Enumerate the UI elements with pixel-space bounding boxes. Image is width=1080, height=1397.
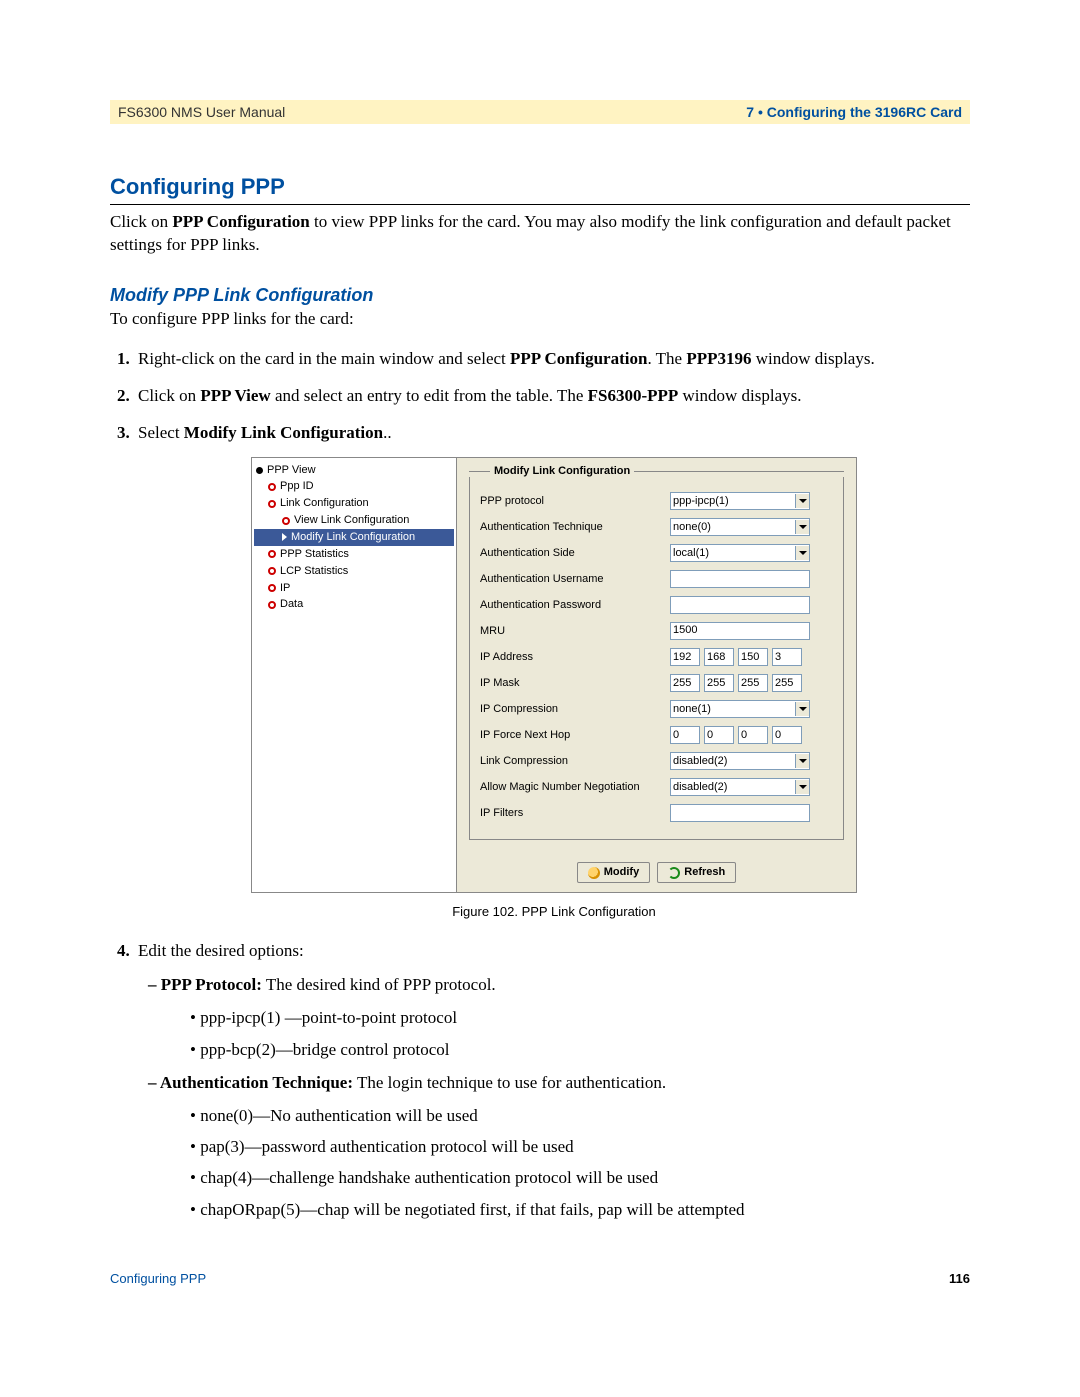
figure-caption: Figure 102. PPP Link Configuration [138, 903, 970, 921]
ip-m4[interactable]: 255 [772, 674, 802, 692]
ip-f4[interactable]: 0 [772, 726, 802, 744]
form-pane: Modify Link Configuration PPP protocol p… [457, 458, 856, 892]
lbl-ip-mask: IP Mask [480, 676, 670, 691]
chevron-down-icon [795, 702, 809, 716]
tree-root[interactable]: PPP View [254, 462, 454, 479]
node-icon [268, 601, 276, 609]
tree-ppp-stats[interactable]: PPP Statistics [254, 546, 454, 563]
ip-m2[interactable]: 255 [704, 674, 734, 692]
ip-force-group: 0 0 0 0 [670, 726, 802, 744]
page-footer: Configuring PPP 116 [110, 1271, 970, 1286]
lbl-auth-user: Authentication Username [480, 572, 670, 587]
chevron-down-icon [795, 754, 809, 768]
tree-data[interactable]: Data [254, 596, 454, 613]
ip-m1[interactable]: 255 [670, 674, 700, 692]
lbl-ppp-protocol: PPP protocol [480, 494, 670, 509]
ip-address-group: 192 168 150 3 [670, 648, 802, 666]
page-header: FS6300 NMS User Manual 7 • Configuring t… [110, 100, 970, 124]
step-2: Click on PPP View and select an entry to… [134, 385, 970, 408]
node-icon [268, 567, 276, 575]
opt-auth-technique-values: none(0)—No authentication will be used p… [190, 1102, 970, 1223]
select-auth-technique[interactable]: none(0) [670, 518, 810, 536]
node-icon [282, 517, 290, 525]
select-ppp-protocol[interactable]: ppp-ipcp(1) [670, 492, 810, 510]
refresh-icon [668, 867, 680, 879]
section-heading: Configuring PPP [110, 174, 970, 205]
ip-a2[interactable]: 168 [704, 648, 734, 666]
input-mru[interactable]: 1500 [670, 622, 810, 640]
node-icon [268, 483, 276, 491]
lbl-auth-side: Authentication Side [480, 546, 670, 561]
footer-section: Configuring PPP [110, 1271, 206, 1286]
ip-a4[interactable]: 3 [772, 648, 802, 666]
lbl-ip-compression: IP Compression [480, 702, 670, 717]
ip-f2[interactable]: 0 [704, 726, 734, 744]
tree-view-link-config[interactable]: View Link Configuration [254, 512, 454, 529]
tree-link-config[interactable]: Link Configuration [254, 495, 454, 512]
page-number: 116 [949, 1271, 970, 1286]
lbl-auth-pass: Authentication Password [480, 598, 670, 613]
select-link-compression[interactable]: disabled(2) [670, 752, 810, 770]
intro-paragraph: Click on PPP Configuration to view PPP l… [110, 211, 970, 257]
subsection-intro: To configure PPP links for the card: [110, 308, 970, 331]
tree-ppp-id[interactable]: Ppp ID [254, 478, 454, 495]
ip-mask-group: 255 255 255 255 [670, 674, 802, 692]
step-4: Edit the desired options: PPP Protocol: … [134, 940, 970, 1222]
groupbox: PPP protocol ppp-ipcp(1) Authentication … [469, 477, 844, 840]
select-magic[interactable]: disabled(2) [670, 778, 810, 796]
chapter-title: 7 • Configuring the 3196RC Card [746, 104, 962, 120]
lbl-mru: MRU [480, 624, 670, 639]
step-3: Select Modify Link Configuration.. PPP V… [134, 422, 970, 921]
opt-auth-technique: Authentication Technique: The login tech… [166, 1069, 970, 1223]
subsection-heading: Modify PPP Link Configuration [110, 285, 970, 306]
steps-list: Right-click on the card in the main wind… [110, 348, 970, 1223]
lbl-ip-force: IP Force Next Hop [480, 728, 670, 743]
manual-title: FS6300 NMS User Manual [118, 104, 285, 120]
lbl-ip-filters: IP Filters [480, 806, 670, 821]
select-ip-compression[interactable]: none(1) [670, 700, 810, 718]
input-auth-user[interactable] [670, 570, 810, 588]
arrow-icon [282, 533, 287, 541]
lbl-auth-technique: Authentication Technique [480, 520, 670, 535]
lbl-magic: Allow Magic Number Negotiation [480, 780, 670, 795]
node-icon [268, 584, 276, 592]
chevron-down-icon [795, 546, 809, 560]
select-auth-side[interactable]: local(1) [670, 544, 810, 562]
tree-modify-link-config[interactable]: Modify Link Configuration [254, 529, 454, 546]
input-auth-pass[interactable] [670, 596, 810, 614]
ip-a1[interactable]: 192 [670, 648, 700, 666]
chevron-down-icon [795, 494, 809, 508]
ip-f3[interactable]: 0 [738, 726, 768, 744]
ip-m3[interactable]: 255 [738, 674, 768, 692]
options-list: PPP Protocol: The desired kind of PPP pr… [148, 971, 970, 1223]
input-ip-filters[interactable] [670, 804, 810, 822]
chevron-down-icon [795, 520, 809, 534]
ip-a3[interactable]: 150 [738, 648, 768, 666]
dot-icon [256, 467, 263, 474]
lbl-link-compression: Link Compression [480, 754, 670, 769]
tree-pane: PPP View Ppp ID Link Configuration View … [252, 458, 457, 892]
opt-ppp-protocol: PPP Protocol: The desired kind of PPP pr… [166, 971, 970, 1063]
figure-screenshot: PPP View Ppp ID Link Configuration View … [251, 457, 857, 893]
modify-button[interactable]: Modify [577, 862, 650, 883]
refresh-button[interactable]: Refresh [657, 862, 736, 883]
ip-f1[interactable]: 0 [670, 726, 700, 744]
step-1: Right-click on the card in the main wind… [134, 348, 970, 371]
opt-ppp-protocol-values: ppp-ipcp(1) —point-to-point protocol ppp… [190, 1004, 970, 1062]
tree-ip[interactable]: IP [254, 580, 454, 597]
button-row: Modify Refresh [469, 862, 844, 883]
chevron-down-icon [795, 780, 809, 794]
tree-lcp-stats[interactable]: LCP Statistics [254, 563, 454, 580]
groupbox-title: Modify Link Configuration [490, 464, 634, 479]
page: FS6300 NMS User Manual 7 • Configuring t… [0, 0, 1080, 1346]
node-icon [268, 500, 276, 508]
modify-icon [588, 867, 600, 879]
lbl-ip-address: IP Address [480, 650, 670, 665]
node-icon [268, 550, 276, 558]
